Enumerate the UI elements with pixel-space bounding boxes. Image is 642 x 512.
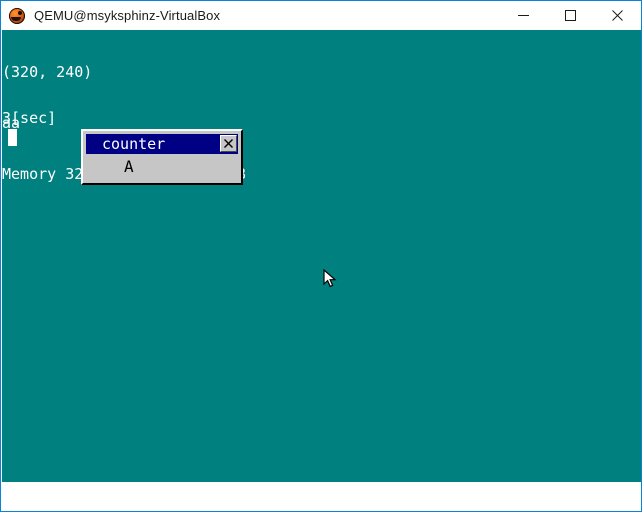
minimize-button[interactable] bbox=[500, 1, 547, 30]
vm-timer-text: 3[sec] bbox=[2, 109, 57, 127]
counter-value: A bbox=[124, 157, 134, 176]
guest-counter-window[interactable]: counter A bbox=[81, 129, 243, 185]
window-title: QEMU@msyksphinz-VirtualBox bbox=[34, 8, 221, 23]
counter-close-icon[interactable] bbox=[220, 135, 237, 152]
window-titlebar: QEMU@msyksphinz-VirtualBox bbox=[1, 1, 641, 30]
close-button[interactable] bbox=[594, 1, 641, 30]
counter-window-titlebar[interactable]: counter bbox=[86, 134, 238, 154]
counter-window-title: counter bbox=[102, 135, 166, 153]
window-controls bbox=[500, 1, 641, 30]
vm-display-area[interactable]: (320, 240) aa Memory 32MB, free : 28680K… bbox=[2, 30, 641, 482]
console-line: (320, 240) bbox=[2, 63, 93, 81]
maximize-button[interactable] bbox=[547, 1, 594, 30]
qemu-host-window: QEMU@msyksphinz-VirtualBox (320, 240) aa… bbox=[0, 0, 642, 512]
qemu-logo-icon bbox=[8, 7, 26, 25]
block-cursor bbox=[8, 129, 17, 146]
counter-window-body: A bbox=[86, 156, 238, 181]
arrow-pointer-icon bbox=[323, 268, 337, 289]
